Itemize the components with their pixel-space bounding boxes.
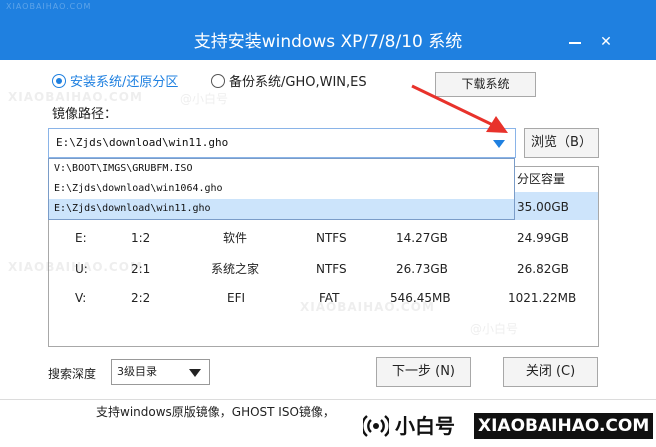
image-path-dropdown-list: V:\BOOT\IMGS\GRUBFM.ISO E:\Zjds\download… [48, 158, 515, 220]
column-header-capacity: 分区容量 [517, 172, 566, 186]
index-cell: 1:2 [131, 231, 151, 245]
drive-cell[interactable]: U: [75, 262, 88, 276]
search-depth-label: 搜索深度 [48, 367, 97, 381]
fs-cell: FAT [319, 291, 340, 305]
watermark: XIAOBAIHAO.COM [6, 2, 92, 11]
image-path-label: 镜像路径： [52, 107, 118, 122]
backup-system-radio[interactable]: 备份系统/GHO,WIN,ES [211, 73, 367, 93]
free-cell: 546.45MB [390, 291, 451, 305]
window-title: 支持安装windows XP/7/8/10 系统 [193, 32, 463, 52]
dropdown-option-selected[interactable]: E:\Zjds\download\win11.gho [49, 199, 514, 219]
brand-name-en: XIAOBAIHAO.COM [474, 413, 654, 439]
index-cell: 2:1 [131, 262, 151, 276]
next-step-button[interactable]: 下一步 (N) [376, 357, 471, 387]
backup-system-label: 备份系统/GHO,WIN,ES [229, 75, 367, 90]
brand-name-cn: 小白号 [395, 414, 455, 438]
capacity-cell: 26.82GB [517, 262, 569, 276]
close-button[interactable]: 关闭 (C) [503, 357, 598, 387]
broadcast-icon [363, 415, 389, 437]
dropdown-option[interactable]: V:\BOOT\IMGS\GRUBFM.ISO [49, 159, 514, 179]
fs-cell: NTFS [316, 231, 347, 245]
annotation-arrow-icon [411, 84, 508, 133]
drive-cell[interactable]: V: [75, 291, 86, 305]
capacity-cell: 24.99GB [517, 231, 569, 245]
capacity-cell: 1021.22MB [508, 291, 577, 305]
footer-text: 支持windows原版镜像，GHOST ISO镜像， [96, 405, 335, 419]
radio-checked-icon [52, 74, 66, 88]
index-cell: 2:2 [131, 291, 151, 305]
fs-cell: NTFS [316, 262, 347, 276]
minimize-icon[interactable] [566, 34, 584, 50]
free-cell: 14.27GB [396, 231, 448, 245]
label-cell: 软件 [223, 231, 248, 245]
browse-button[interactable]: 浏览（B） [524, 128, 599, 158]
close-icon[interactable]: ✕ [597, 34, 615, 50]
image-path-value: E:\Zjds\download\win11.gho [56, 136, 229, 149]
dropdown-option[interactable]: E:\Zjds\download\win1064.gho [49, 179, 514, 199]
search-depth-select[interactable]: 3级目录 [111, 359, 210, 385]
title-bar: XIAOBAIHAO.COM 支持安装windows XP/7/8/10 系统 … [0, 0, 656, 60]
capacity-cell: 35.00GB [517, 200, 569, 214]
install-system-radio[interactable]: 安装系统/还原分区 [52, 73, 178, 93]
search-depth-value: 3级目录 [117, 365, 157, 378]
free-cell: 26.73GB [396, 262, 448, 276]
install-system-label: 安装系统/还原分区 [70, 75, 179, 90]
chevron-down-icon [189, 369, 201, 377]
label-cell: 系统之家 [211, 262, 260, 276]
drive-cell[interactable]: E: [75, 231, 87, 245]
label-cell: EFI [227, 291, 246, 305]
radio-unchecked-icon [211, 74, 225, 88]
brand-logo: 小白号 XIAOBAIHAO.COM [357, 405, 656, 447]
